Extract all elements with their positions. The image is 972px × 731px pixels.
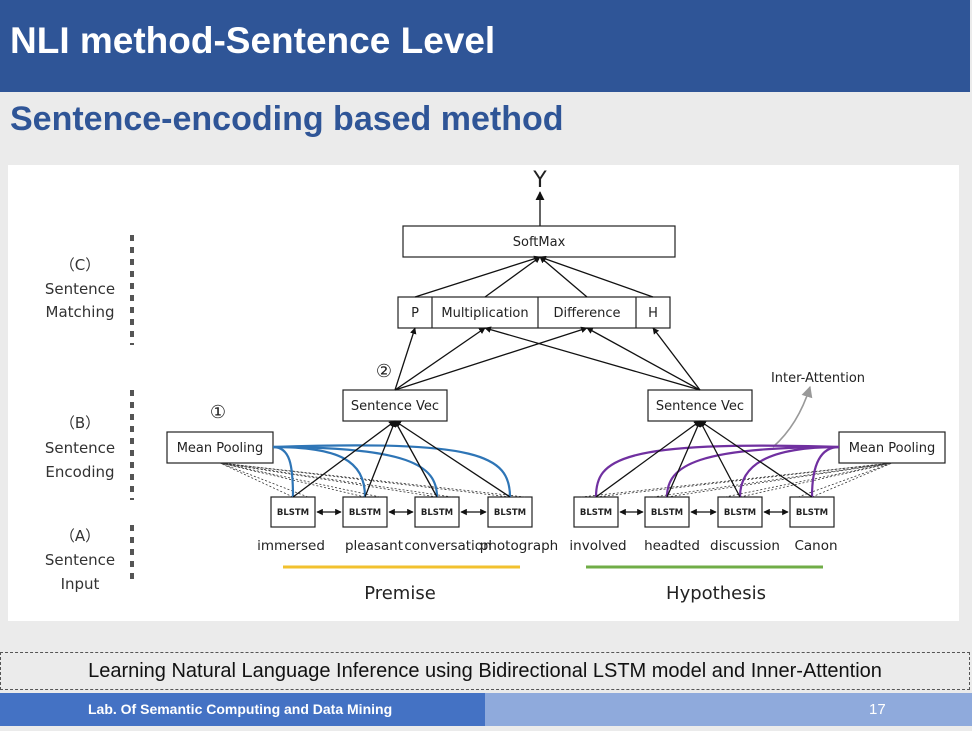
softmax-label: SoftMax (513, 235, 566, 250)
premise-attention-curves (272, 444, 512, 498)
inter-attention-arrow (772, 385, 813, 448)
architecture-figure: （C） Sentence Matching （B） Sentence Encod… (8, 165, 959, 621)
figure-caption: Learning Natural Language Inference usin… (0, 652, 970, 690)
level-b-code: （B） (60, 414, 100, 432)
level-c-line1: Sentence (45, 280, 115, 298)
hypothesis-word: discussion (710, 538, 780, 554)
feature-multiplication: Multiplication (441, 306, 528, 321)
slide-subtitle: Sentence-encoding based method (10, 100, 564, 138)
pooling-dashed-lines (219, 462, 893, 498)
premise-label: Premise (364, 583, 436, 604)
level-b-line2: Encoding (45, 463, 114, 481)
slide-title: NLI method-Sentence Level (10, 20, 496, 61)
mean-pooling-right-label: Mean Pooling (849, 441, 936, 456)
feature-difference: Difference (553, 306, 620, 321)
premise-word: conversation (404, 538, 491, 554)
premise-word: pleasant (345, 538, 403, 554)
svg-text:BLSTM: BLSTM (349, 508, 381, 518)
step-1-marker: ① (210, 402, 226, 423)
hypothesis-word: Canon (794, 538, 837, 554)
output-label: Y (532, 168, 547, 193)
feature-h: H (648, 306, 658, 321)
step-2-marker: ② (376, 361, 392, 382)
footer-right: 17 (485, 693, 972, 726)
footer-left: Lab. Of Semantic Computing and Data Mini… (0, 693, 485, 726)
hypothesis-sentence-vec-label: Sentence Vec (656, 399, 744, 414)
footer-lab-name: Lab. Of Semantic Computing and Data Mini… (88, 701, 393, 717)
svg-text:BLSTM: BLSTM (494, 508, 526, 518)
svg-text:BLSTM: BLSTM (724, 508, 756, 518)
svg-text:BLSTM: BLSTM (796, 508, 828, 518)
level-a-line2: Input (61, 575, 100, 593)
premise-word: photograph (480, 538, 558, 554)
level-c-code: （C） (60, 256, 100, 274)
level-a-line1: Sentence (45, 551, 115, 569)
level-a-code: （A） (60, 527, 100, 545)
inter-attention-label: Inter-Attention (771, 371, 865, 386)
premise-sentence-vec-label: Sentence Vec (351, 399, 439, 414)
hypothesis-word: involved (569, 538, 626, 554)
architecture-diagram: （C） Sentence Matching （B） Sentence Encod… (45, 168, 946, 604)
svg-text:BLSTM: BLSTM (580, 508, 612, 518)
features-box (397, 296, 671, 329)
hypothesis-word: headted (644, 538, 700, 554)
premise-word: immersed (257, 538, 325, 554)
title-bar: NLI method-Sentence Level (0, 0, 970, 92)
hypothesis-label: Hypothesis (666, 583, 766, 604)
svg-text:BLSTM: BLSTM (277, 508, 309, 518)
level-c-line2: Matching (46, 303, 115, 321)
svg-text:BLSTM: BLSTM (421, 508, 453, 518)
feature-p: P (411, 306, 419, 321)
page-number: 17 (869, 701, 886, 718)
level-b-line1: Sentence (45, 439, 115, 457)
mean-pooling-left-label: Mean Pooling (177, 441, 264, 456)
svg-text:BLSTM: BLSTM (651, 508, 683, 518)
